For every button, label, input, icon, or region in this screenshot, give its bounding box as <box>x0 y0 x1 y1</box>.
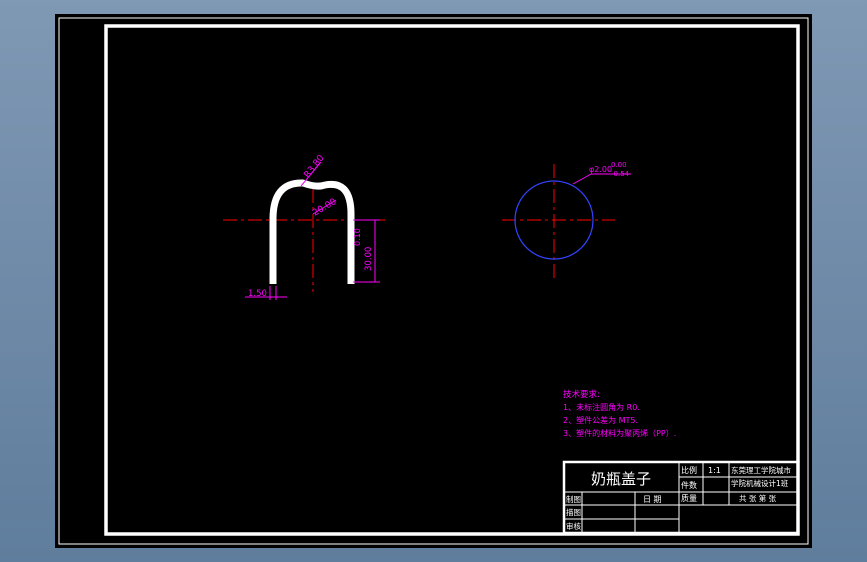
part-name: 奶瓶盖子 <box>591 470 651 488</box>
dim-tol-lower: -0.54 <box>611 170 630 178</box>
school-line-2: 学院机械设计1班 <box>731 478 789 488</box>
row-checked: 审核 <box>566 521 581 531</box>
dim-radius-top: R3.80 <box>303 153 327 180</box>
date-label: 日 期 <box>643 495 662 504</box>
note-line-3: 3、塑件的材料为聚丙烯（PP）. <box>563 428 676 438</box>
scale-label: 比例 <box>681 465 697 475</box>
sheet-count: 共 张 第 张 <box>739 493 777 503</box>
dim-inner-width: 20.00 <box>311 197 339 219</box>
notes-title: 技术要求: <box>563 389 600 400</box>
row-drawn: 制图 <box>566 494 581 504</box>
dim-height-a: 30.00 <box>364 247 374 271</box>
scale-value: 1:1 <box>708 466 721 475</box>
cap-outline <box>269 179 355 284</box>
cap-section-view: R3.80 20.00 30.00 0.10 1.50 <box>223 153 385 300</box>
cad-viewport[interactable]: R3.80 20.00 30.00 0.10 1.50 φ2.00 0.00 -… <box>55 14 812 548</box>
technical-notes: 技术要求: 1、未标注圆角为 R0. 2、塑件公差为 MT5. 3、塑件的材料为… <box>563 389 676 438</box>
note-line-2: 2、塑件公差为 MT5. <box>563 415 638 425</box>
dim-wall: 1.50 <box>248 289 267 299</box>
dim-tol-upper: 0.00 <box>611 161 627 169</box>
dim-diameter: φ2.00 <box>589 165 612 174</box>
cap-top-view: φ2.00 0.00 -0.54 <box>502 161 631 280</box>
drawing-frame <box>104 24 800 536</box>
row-traced: 描图 <box>566 507 581 517</box>
dim-height-b: 0.10 <box>353 228 362 246</box>
note-line-1: 1、未标注圆角为 R0. <box>563 402 640 412</box>
quantity-label: 件数 <box>681 480 697 490</box>
school-line-1: 东莞理工学院城市 <box>731 465 791 475</box>
drawing-canvas: R3.80 20.00 30.00 0.10 1.50 φ2.00 0.00 -… <box>58 17 809 545</box>
diameter-leader <box>572 173 592 185</box>
weight-label: 质量 <box>681 493 697 503</box>
